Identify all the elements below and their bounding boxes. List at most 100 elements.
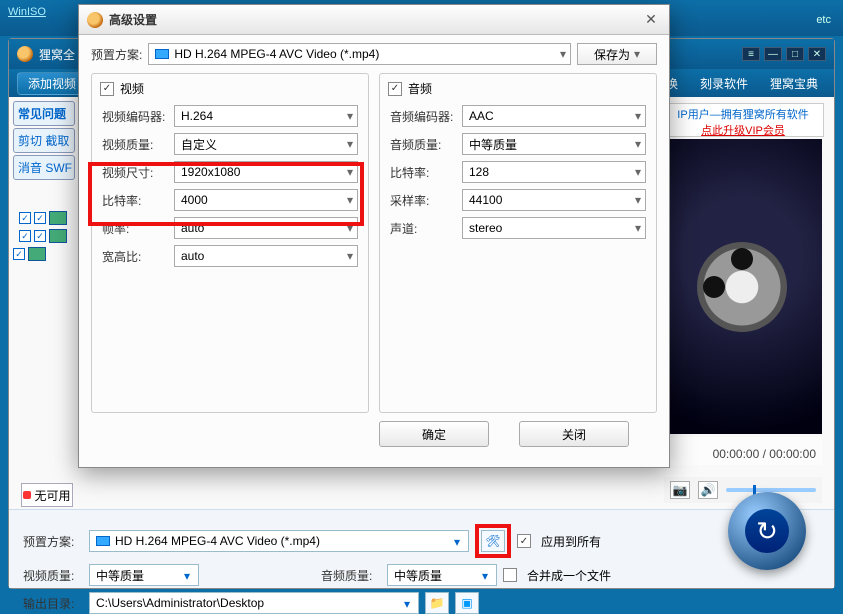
ok-button[interactable]: 确定	[379, 421, 489, 447]
browse-folder-button[interactable]: 📁	[425, 592, 449, 614]
v-bitrate-select[interactable]: 4000▾	[174, 189, 358, 211]
app-icon	[17, 46, 33, 62]
save-as-button[interactable]: 保存为 ▾	[577, 43, 657, 65]
tab-cut[interactable]: 剪切 截取	[13, 128, 75, 153]
file-tree: ✓✓ ✓✓ ✓	[11, 207, 81, 265]
v-quality-value: 自定义	[181, 136, 217, 153]
merge-label: 合并成一个文件	[527, 567, 611, 584]
v-bitrate-label: 比特率:	[102, 192, 168, 209]
chevron-down-icon: ▾	[635, 137, 641, 151]
v-encoder-label: 视频编码器:	[102, 108, 168, 125]
dialog-close-button[interactable]: ✕	[641, 10, 661, 30]
checkbox-icon[interactable]: ✓	[19, 230, 31, 242]
tree-row[interactable]: ✓	[13, 247, 81, 261]
v-quality-label: 视频质量:	[102, 136, 168, 153]
vq-select[interactable]: 中等质量▾	[89, 564, 199, 586]
checkbox-icon[interactable]: ✓	[34, 230, 46, 242]
v-fps-select[interactable]: auto▾	[174, 217, 358, 239]
video-enable-checkbox[interactable]: ✓	[100, 82, 114, 96]
v-fps-value: auto	[181, 221, 204, 235]
a-channel-select[interactable]: stereo▾	[462, 217, 646, 239]
checkbox-icon[interactable]: ✓	[13, 248, 25, 260]
apply-all-label: 应用到所有	[541, 533, 601, 550]
aq-value: 中等质量	[394, 567, 442, 584]
advanced-settings-dialog: 高级设置 ✕ 预置方案: HD H.264 MPEG-4 AVC Video (…	[78, 4, 670, 468]
v-aspect-value: auto	[181, 249, 204, 263]
chevron-down-icon: ▾	[560, 47, 566, 61]
v-encoder-select[interactable]: H.264▾	[174, 105, 358, 127]
preset-value: HD H.264 MPEG-4 AVC Video (*.mp4)	[115, 534, 320, 548]
chevron-down-icon: ▾	[450, 535, 464, 549]
a-bitrate-value: 128	[469, 165, 489, 179]
chevron-down-icon: ▾	[635, 165, 641, 179]
a-encoder-value: AAC	[469, 109, 494, 123]
video-format-icon	[96, 536, 110, 546]
open-folder-button[interactable]: ▣	[455, 592, 479, 614]
a-encoder-select[interactable]: AAC ▾	[462, 105, 646, 127]
snapshot-button[interactable]: 📷	[670, 481, 690, 499]
chevron-down-icon: ▾	[635, 109, 641, 123]
promo-upgrade-link[interactable]: 点此升级VIP会员	[663, 122, 823, 138]
side-tabs: 常见问题 剪切 截取 消音 SWF	[9, 99, 77, 182]
window-min-button[interactable]: —	[764, 47, 782, 61]
chevron-down-icon: ▾	[634, 47, 640, 61]
close-label: 关闭	[562, 426, 586, 443]
record-label: 无可用	[34, 487, 70, 504]
desktop-etc: etc	[816, 14, 831, 26]
a-quality-value: 中等质量	[469, 136, 517, 153]
v-aspect-select[interactable]: auto▾	[174, 245, 358, 267]
promo-line1: IP用户—拥有狸窝所有软件	[663, 106, 823, 122]
window-close-button[interactable]: ✕	[808, 47, 826, 61]
video-group-title: 视频	[120, 80, 144, 97]
a-sample-value: 44100	[469, 193, 502, 207]
preset-select[interactable]: HD H.264 MPEG-4 AVC Video (*.mp4) ▾	[89, 530, 469, 552]
a-sample-select[interactable]: 44100▾	[462, 189, 646, 211]
a-encoder-label: 音频编码器:	[390, 108, 456, 125]
tree-row[interactable]: ✓✓	[19, 211, 81, 225]
thumbnail-icon	[49, 229, 67, 243]
a-bitrate-select[interactable]: 128 ▾	[462, 161, 646, 183]
tree-row[interactable]: ✓✓	[19, 229, 81, 243]
add-video-button[interactable]: 添加视频	[17, 72, 87, 95]
menu-burn[interactable]: 刻录软件	[692, 75, 756, 92]
chevron-down-icon: ▾	[180, 569, 194, 583]
chevron-down-icon: ▾	[400, 597, 414, 611]
tab-mute[interactable]: 消音 SWF	[13, 155, 75, 180]
video-group: ✓视频 视频编码器:H.264▾ 视频质量:自定义▾ 视频尺寸:1920x108…	[91, 73, 369, 413]
volume-icon[interactable]: 🔊	[698, 481, 718, 499]
audio-enable-checkbox[interactable]: ✓	[388, 82, 402, 96]
ok-label: 确定	[422, 426, 446, 443]
save-as-label: 保存为	[594, 46, 630, 63]
chevron-down-icon: ▾	[347, 109, 353, 123]
aq-select[interactable]: 中等质量▾	[387, 564, 497, 586]
window-max-button[interactable]: □	[786, 47, 804, 61]
a-quality-select[interactable]: 中等质量 ▾	[462, 133, 646, 155]
chevron-down-icon: ▾	[635, 221, 641, 235]
bottom-panel: 预置方案: HD H.264 MPEG-4 AVC Video (*.mp4) …	[9, 509, 834, 588]
menu-baodian[interactable]: 狸窝宝典	[762, 75, 826, 92]
apply-all-checkbox[interactable]: ✓	[517, 534, 531, 548]
advanced-settings-button[interactable]: 🛠	[481, 530, 505, 552]
audio-group-title: 音频	[408, 80, 432, 97]
start-convert-button[interactable]: ↻	[728, 492, 806, 570]
a-quality-label: 音频质量:	[390, 136, 456, 153]
video-preview	[662, 139, 822, 434]
output-path[interactable]: C:\Users\Administrator\Desktop▾	[89, 592, 419, 614]
audio-group: ✓音频 音频编码器:AAC▾ 音频质量:中等质量▾ 比特率:128▾ 采样率:4…	[379, 73, 657, 413]
window-tool-button[interactable]: ≡	[742, 47, 760, 61]
record-button[interactable]: 无可用	[21, 483, 73, 507]
refresh-icon: ↻	[745, 509, 789, 553]
checkbox-icon[interactable]: ✓	[19, 212, 31, 224]
checkbox-icon[interactable]: ✓	[34, 212, 46, 224]
desktop-shortcut[interactable]: WinISO	[8, 6, 46, 18]
close-button[interactable]: 关闭	[519, 421, 629, 447]
v-quality-select[interactable]: 自定义▾	[174, 133, 358, 155]
merge-checkbox[interactable]	[503, 568, 517, 582]
tab-faq[interactable]: 常见问题	[13, 101, 75, 126]
v-fps-label: 帧率:	[102, 220, 168, 237]
v-size-select[interactable]: 1920x1080▾	[174, 161, 358, 183]
thumbnail-icon	[49, 211, 67, 225]
time-display: 00:00:00 / 00:00:00	[664, 437, 822, 465]
dlg-preset-select[interactable]: HD H.264 MPEG-4 AVC Video (*.mp4) ▾	[148, 43, 571, 65]
promo-box: IP用户—拥有狸窝所有软件 点此升级VIP会员	[662, 103, 824, 137]
